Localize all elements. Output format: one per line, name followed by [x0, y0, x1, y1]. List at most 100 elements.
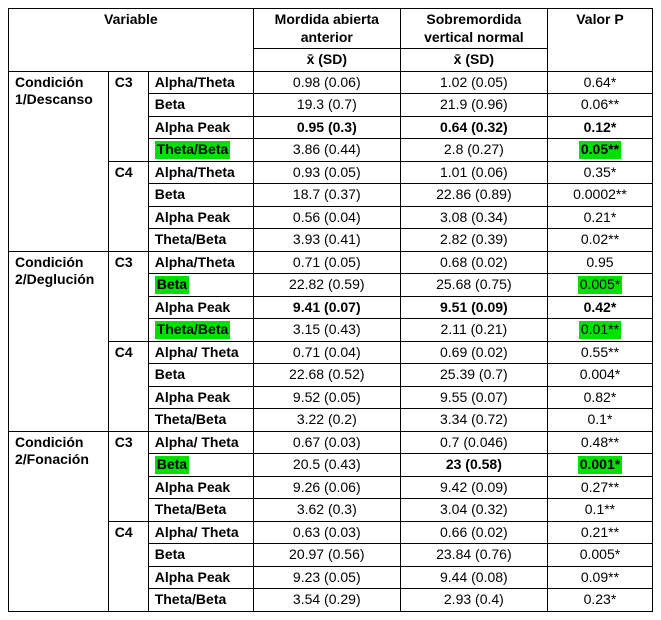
table-row: Condición 2/DegluciónC3Alpha/Theta0.71 (…	[9, 251, 653, 274]
value1-cell: 3.15 (0.43)	[253, 319, 400, 342]
electrode-cell: C4	[108, 161, 148, 251]
stats-table: Variable Mordida abierta anterior Sobrem…	[8, 8, 653, 612]
metric-cell: Theta/Beta	[148, 499, 253, 522]
value1-cell: 20.97 (0.56)	[253, 544, 400, 567]
value2-cell: 2.93 (0.4)	[400, 589, 547, 612]
condition-cell: Condición 2/Deglución	[9, 251, 109, 431]
value1-cell: 19.3 (0.7)	[253, 94, 400, 117]
pvalue-cell: 0.06**	[547, 94, 652, 117]
value2-cell: 2.8 (0.27)	[400, 139, 547, 162]
value2-cell: 23.84 (0.76)	[400, 544, 547, 567]
pvalue-cell: 0.004*	[547, 364, 652, 387]
header-group1: Mordida abierta anterior	[253, 9, 400, 49]
table-row: Condición 2/FonaciónC3Alpha/ Theta0.67 (…	[9, 431, 653, 454]
value1-cell: 3.54 (0.29)	[253, 589, 400, 612]
value2-cell: 22.86 (0.89)	[400, 184, 547, 207]
value2-cell: 0.68 (0.02)	[400, 251, 547, 274]
value2-cell: 9.42 (0.09)	[400, 476, 547, 499]
pvalue-cell: 0.21**	[547, 521, 652, 544]
pvalue-cell: 0.001*	[547, 454, 652, 477]
pvalue-cell: 0.55**	[547, 341, 652, 364]
value1-cell: 9.23 (0.05)	[253, 566, 400, 589]
value1-cell: 0.93 (0.05)	[253, 161, 400, 184]
pvalue-cell: 0.12*	[547, 116, 652, 139]
value1-cell: 22.82 (0.59)	[253, 274, 400, 297]
value1-cell: 20.5 (0.43)	[253, 454, 400, 477]
pvalue-cell: 0.27**	[547, 476, 652, 499]
value2-cell: 3.34 (0.72)	[400, 409, 547, 432]
metric-cell: Theta/Beta	[148, 589, 253, 612]
value1-cell: 18.7 (0.37)	[253, 184, 400, 207]
value2-cell: 9.51 (0.09)	[400, 296, 547, 319]
condition-cell: Condición 1/Descanso	[9, 71, 109, 251]
value1-cell: 9.41 (0.07)	[253, 296, 400, 319]
pvalue-cell: 0.02**	[547, 229, 652, 252]
value1-cell: 3.93 (0.41)	[253, 229, 400, 252]
value1-cell: 3.22 (0.2)	[253, 409, 400, 432]
pvalue-cell: 0.005*	[547, 274, 652, 297]
value2-cell: 0.66 (0.02)	[400, 521, 547, 544]
header-stat1: x̄ (SD)	[253, 49, 400, 72]
pvalue-cell: 0.1**	[547, 499, 652, 522]
metric-cell: Alpha/ Theta	[148, 431, 253, 454]
value2-cell: 25.39 (0.7)	[400, 364, 547, 387]
value1-cell: 9.52 (0.05)	[253, 386, 400, 409]
electrode-cell: C3	[108, 71, 148, 161]
value1-cell: 0.98 (0.06)	[253, 71, 400, 94]
electrode-cell: C3	[108, 431, 148, 521]
metric-cell: Theta/Beta	[148, 409, 253, 432]
metric-cell: Theta/Beta	[148, 139, 253, 162]
condition-cell: Condición 2/Fonación	[9, 431, 109, 611]
value1-cell: 9.26 (0.06)	[253, 476, 400, 499]
metric-cell: Theta/Beta	[148, 229, 253, 252]
metric-cell: Alpha/Theta	[148, 251, 253, 274]
header-stat2: x̄ (SD)	[400, 49, 547, 72]
pvalue-cell: 0.05**	[547, 139, 652, 162]
value1-cell: 0.56 (0.04)	[253, 206, 400, 229]
electrode-cell: C4	[108, 341, 148, 431]
table-row: Condición 1/DescansoC3Alpha/Theta0.98 (0…	[9, 71, 653, 94]
value2-cell: 1.02 (0.05)	[400, 71, 547, 94]
value2-cell: 0.7 (0.046)	[400, 431, 547, 454]
value2-cell: 2.11 (0.21)	[400, 319, 547, 342]
pvalue-cell: 0.64*	[547, 71, 652, 94]
metric-cell: Alpha/Theta	[148, 71, 253, 94]
metric-cell: Alpha/ Theta	[148, 341, 253, 364]
value1-cell: 3.62 (0.3)	[253, 499, 400, 522]
pvalue-cell: 0.35*	[547, 161, 652, 184]
value2-cell: 0.64 (0.32)	[400, 116, 547, 139]
value1-cell: 3.86 (0.44)	[253, 139, 400, 162]
pvalue-cell: 0.82*	[547, 386, 652, 409]
value2-cell: 9.55 (0.07)	[400, 386, 547, 409]
electrode-cell: C4	[108, 521, 148, 611]
pvalue-cell: 0.23*	[547, 589, 652, 612]
value1-cell: 0.67 (0.03)	[253, 431, 400, 454]
pvalue-cell: 0.42*	[547, 296, 652, 319]
metric-cell: Alpha Peak	[148, 476, 253, 499]
value2-cell: 3.04 (0.32)	[400, 499, 547, 522]
pvalue-cell: 0.95	[547, 251, 652, 274]
value2-cell: 0.69 (0.02)	[400, 341, 547, 364]
pvalue-cell: 0.21*	[547, 206, 652, 229]
value1-cell: 0.71 (0.05)	[253, 251, 400, 274]
electrode-cell: C3	[108, 251, 148, 341]
value2-cell: 23 (0.58)	[400, 454, 547, 477]
value2-cell: 21.9 (0.96)	[400, 94, 547, 117]
metric-cell: Beta	[148, 544, 253, 567]
metric-cell: Alpha Peak	[148, 566, 253, 589]
metric-cell: Alpha Peak	[148, 206, 253, 229]
header-pvalue: Valor P	[547, 9, 652, 72]
value1-cell: 22.68 (0.52)	[253, 364, 400, 387]
value1-cell: 0.95 (0.3)	[253, 116, 400, 139]
value1-cell: 0.63 (0.03)	[253, 521, 400, 544]
pvalue-cell: 0.0002**	[547, 184, 652, 207]
header-variable: Variable	[9, 9, 254, 72]
metric-cell: Theta/Beta	[148, 319, 253, 342]
metric-cell: Alpha Peak	[148, 296, 253, 319]
value2-cell: 25.68 (0.75)	[400, 274, 547, 297]
metric-cell: Beta	[148, 364, 253, 387]
pvalue-cell: 0.005*	[547, 544, 652, 567]
metric-cell: Alpha/ Theta	[148, 521, 253, 544]
value2-cell: 1.01 (0.06)	[400, 161, 547, 184]
pvalue-cell: 0.48**	[547, 431, 652, 454]
